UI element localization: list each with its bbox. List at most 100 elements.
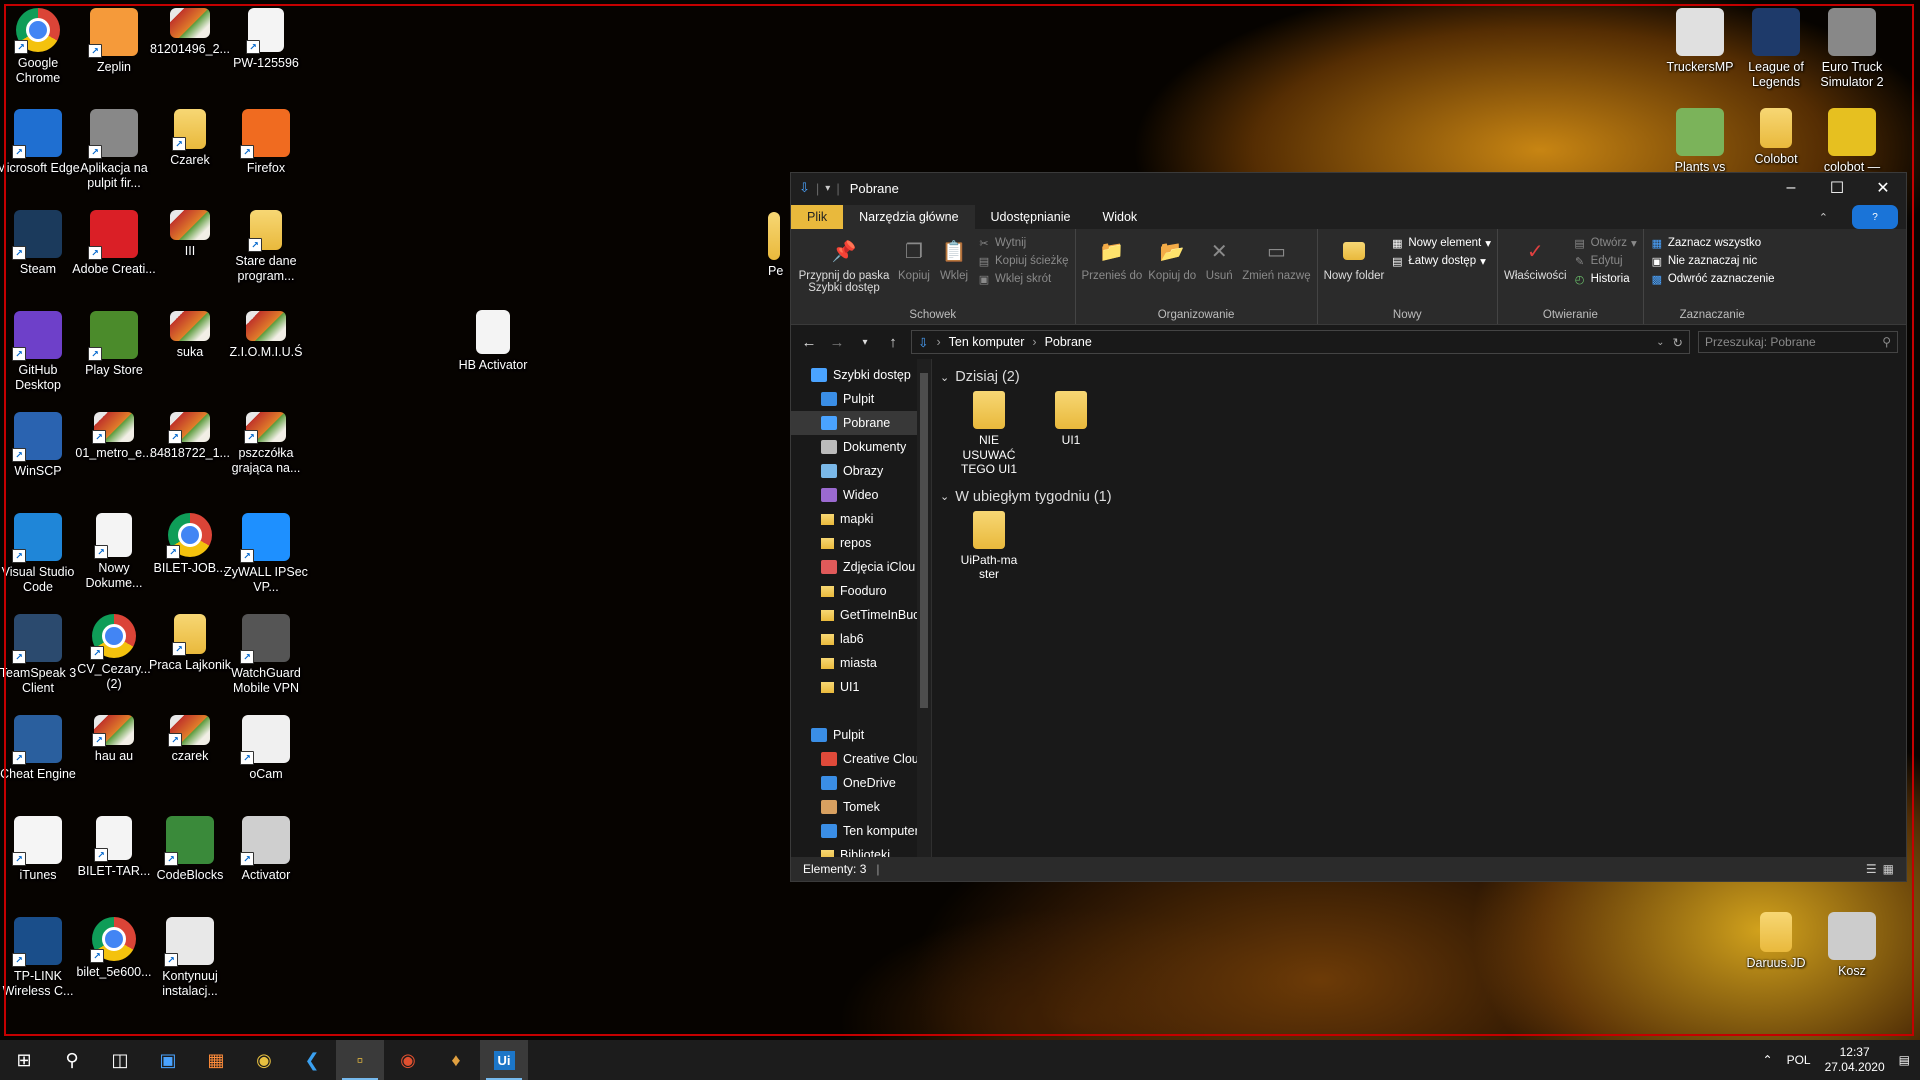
taskbar-app-git[interactable]: ♦ <box>432 1040 480 1080</box>
nav-item[interactable]: Wideo✶ <box>791 483 931 507</box>
delete-button[interactable]: ✕ Usuń <box>1202 233 1236 309</box>
copy-path-button[interactable]: ▤ Kopiuj ścieżkę <box>977 254 1069 268</box>
desktop-icon[interactable]: ↗ WatchGuard Mobile VPN <box>224 614 308 696</box>
pin-quick-access-button[interactable]: 📌 Przypnij do paska Szybki dostęp <box>797 233 891 309</box>
edit-button[interactable]: ✎ Edytuj <box>1573 254 1637 268</box>
tab-share[interactable]: Udostępnianie <box>975 205 1087 229</box>
desktop-icon[interactable]: ↗ bilet_5e600... <box>72 917 156 980</box>
new-folder-button[interactable]: Nowy folder <box>1324 233 1384 309</box>
desktop-icon[interactable]: ↗ oCam <box>224 715 308 782</box>
desktop-icon[interactable]: ↗ Stare dane program... <box>224 210 308 284</box>
taskbar-app-explorer[interactable]: ▫ <box>336 1040 384 1080</box>
nav-item[interactable]: repos✶ <box>791 531 931 555</box>
desktop-icon[interactable]: ↗ CodeBlocks <box>148 816 232 883</box>
large-icons-view-icon[interactable]: ▦ <box>1883 862 1894 876</box>
taskbar-app-uipath[interactable]: Ui <box>480 1040 528 1080</box>
desktop-icon[interactable]: TruckersMP <box>1658 8 1742 75</box>
close-button[interactable]: ✕ <box>1860 173 1906 203</box>
details-view-icon[interactable]: ☰ <box>1866 862 1877 876</box>
tray-expand-icon[interactable]: ⌃ <box>1763 1053 1773 1067</box>
desktop-icon[interactable]: ↗ Google Chrome <box>0 8 80 86</box>
nav-item[interactable]: Fooduro✶ <box>791 579 931 603</box>
desktop-icon[interactable]: ↗ Cheat Engine <box>0 715 80 782</box>
desktop-icon[interactable]: ↗ Kontynuuj instalacj... <box>148 917 232 999</box>
tab-view[interactable]: Widok <box>1086 205 1153 229</box>
desktop-icon[interactable]: ↗ 01_metro_e... <box>72 412 156 461</box>
invert-selection-button[interactable]: ▩ Odwróć zaznaczenie <box>1650 272 1775 286</box>
customize-toolbar-icon[interactable]: ▾ <box>825 183 830 194</box>
tab-home[interactable]: Narzędzia główne <box>843 205 975 229</box>
desktop-icon[interactable]: ↗ TP-LINK Wireless C... <box>0 917 80 999</box>
nav-item[interactable]: Zdjęcia iClou✶ <box>791 555 931 579</box>
search-input[interactable]: Przeszukaj: Pobrane ⚲ <box>1698 331 1898 353</box>
desktop-icon[interactable]: ↗ Activator <box>224 816 308 883</box>
start-button[interactable]: ⊞ <box>0 1040 48 1080</box>
download-arrow-icon[interactable]: ⇩ <box>799 180 810 196</box>
select-none-button[interactable]: ▣ Nie zaznaczaj nic <box>1650 254 1775 268</box>
group-header[interactable]: ⌄ Dzisiaj (2) <box>940 369 1898 385</box>
desktop-icon[interactable]: ↗ iTunes <box>0 816 80 883</box>
address-bar[interactable]: ⇩ › Ten komputer › Pobrane ⌄ ↻ <box>911 330 1690 354</box>
scrollbar-thumb[interactable] <box>920 373 928 708</box>
paste-shortcut-button[interactable]: ▣ Wklej skrót <box>977 272 1069 286</box>
desktop-icon[interactable]: colobot — <box>1810 108 1894 175</box>
folder-item[interactable]: UI1 <box>1034 391 1108 477</box>
search-button[interactable]: ⚲ <box>48 1040 96 1080</box>
desktop-icon[interactable]: ↗ ZyWALL IPSec VP... <box>224 513 308 595</box>
desktop-icon[interactable]: ↗ BILET-JOB... <box>148 513 232 576</box>
new-item-button[interactable]: ▦ Nowy element ▾ <box>1390 236 1491 250</box>
desktop-icon[interactable]: League of Legends <box>1734 8 1818 90</box>
taskbar-app-store[interactable]: ▣ <box>144 1040 192 1080</box>
nav-item[interactable]: GetTimeInBucha <box>791 603 931 627</box>
breadcrumb-this-pc[interactable]: Ten komputer <box>949 335 1025 349</box>
folder-item[interactable]: NIE USUWAĆ TEGO UI1 <box>952 391 1026 477</box>
desktop-icon[interactable]: ↗ Adobe Creati... <box>72 210 156 277</box>
nav-item[interactable]: OneDrive <box>791 771 931 795</box>
paste-button[interactable]: 📋 Wklej <box>937 233 971 309</box>
desktop-icon[interactable]: ↗ Microsoft Edge <box>0 109 80 176</box>
nav-item[interactable]: UI1 <box>791 675 931 699</box>
desktop-icon[interactable]: ↗ TeamSpeak 3 Client <box>0 614 80 696</box>
desktop-icon[interactable]: III <box>148 210 232 259</box>
desktop-icon[interactable]: 81201496_2... <box>148 8 232 57</box>
nav-item[interactable]: Pulpit✶ <box>791 387 931 411</box>
cut-button[interactable]: ✂ Wytnij <box>977 236 1069 250</box>
nav-item[interactable]: Ten komputer <box>791 819 931 843</box>
address-dropdown-icon[interactable]: ⌄ <box>1656 337 1664 348</box>
desktop-icon[interactable]: suka <box>148 311 232 360</box>
taskbar-app-chrome[interactable]: ◉ <box>240 1040 288 1080</box>
desktop-icon[interactable]: Kosz <box>1810 912 1894 979</box>
nav-item[interactable]: Pobrane✶ <box>791 411 931 435</box>
recent-locations-button[interactable]: ▾ <box>855 337 875 348</box>
desktop-icon-partial[interactable]: Pe <box>768 212 790 279</box>
desktop-icon[interactable]: ↗ Zeplin <box>72 8 156 75</box>
properties-button[interactable]: ✓ Właściwości <box>1504 233 1567 309</box>
copy-button[interactable]: ❐ Kopiuj <box>897 233 931 309</box>
desktop-icon[interactable]: ↗ Firefox <box>224 109 308 176</box>
nav-item[interactable]: lab6 <box>791 627 931 651</box>
desktop-icon[interactable]: ↗ hau au <box>72 715 156 764</box>
desktop-icon[interactable]: Z.I.O.M.I.U.Ś <box>224 311 308 360</box>
desktop-icon[interactable]: ↗ PW-125596 <box>224 8 308 71</box>
task-view-button[interactable]: ◫ <box>96 1040 144 1080</box>
desktop-icon[interactable]: ↗ pszczółka grająca na... <box>224 412 308 476</box>
back-button[interactable]: ← <box>799 334 819 351</box>
rename-button[interactable]: ▭ Zmień nazwę <box>1242 233 1310 309</box>
desktop-icon-hb-activator[interactable]: HB Activator <box>451 310 535 373</box>
nav-item[interactable]: Obrazy✶ <box>791 459 931 483</box>
forward-button[interactable]: → <box>827 334 847 351</box>
easy-access-button[interactable]: ▤ Łatwy dostęp ▾ <box>1390 254 1491 268</box>
refresh-icon[interactable]: ↻ <box>1673 335 1683 350</box>
up-button[interactable]: ↑ <box>883 334 903 351</box>
nav-item[interactable]: miasta <box>791 651 931 675</box>
maximize-button[interactable]: ☐ <box>1814 173 1860 203</box>
desktop-icon[interactable]: Colobot <box>1734 108 1818 167</box>
nav-item[interactable]: Pulpit <box>791 723 931 747</box>
nav-item[interactable]: Szybki dostęp <box>791 363 931 387</box>
desktop-icon[interactable]: ↗ Play Store <box>72 311 156 378</box>
collapse-ribbon-icon[interactable]: ⌃ <box>1803 206 1844 229</box>
desktop-icon[interactable]: ↗ BILET-TAR... <box>72 816 156 879</box>
tab-file[interactable]: Plik <box>791 205 844 229</box>
copy-to-button[interactable]: 📂 Kopiuj do <box>1148 233 1196 309</box>
open-button[interactable]: ▤ Otwórz ▾ <box>1573 236 1636 250</box>
